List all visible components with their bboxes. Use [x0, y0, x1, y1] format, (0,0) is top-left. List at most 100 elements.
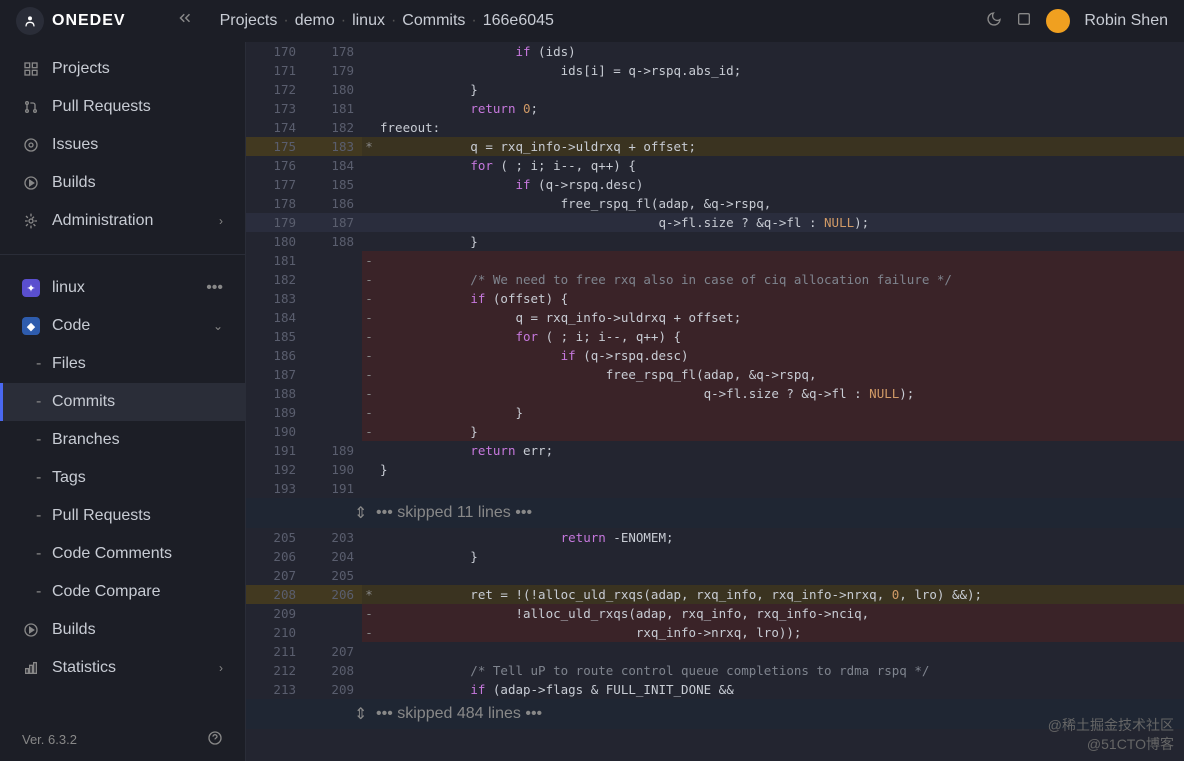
line-number-new: [304, 270, 362, 289]
line-number-old: 186: [246, 346, 304, 365]
nav-commits[interactable]: -Commits: [0, 383, 245, 421]
code-content: }: [376, 403, 1184, 422]
nav-pull-requests[interactable]: Pull Requests: [0, 88, 245, 126]
more-icon[interactable]: •••: [206, 279, 223, 297]
diff-marker: [362, 528, 376, 547]
diff-line[interactable]: 206204 }: [246, 547, 1184, 566]
breadcrumb-projects[interactable]: Projects: [220, 12, 278, 30]
diff-line[interactable]: 187- free_rspq_fl(adap, &q->rspq,: [246, 365, 1184, 384]
diff-marker: -: [362, 422, 376, 441]
avatar[interactable]: [1046, 9, 1070, 33]
diff-line[interactable]: 212208 /* Tell uP to route control queue…: [246, 661, 1184, 680]
nav-code-compare[interactable]: -Code Compare: [0, 573, 245, 611]
line-number-new: 205: [304, 566, 362, 585]
breadcrumb-demo[interactable]: demo: [295, 12, 335, 30]
nav-issues[interactable]: Issues: [0, 126, 245, 164]
diff-line[interactable]: 211207: [246, 642, 1184, 661]
nav-label: Projects: [52, 60, 110, 78]
line-number-new: 209: [304, 680, 362, 699]
nav-builds[interactable]: Builds: [0, 164, 245, 202]
nav-builds-bottom[interactable]: Builds: [0, 611, 245, 649]
nav-project-linux[interactable]: ✦ linux •••: [0, 269, 245, 307]
collapse-sidebar-button[interactable]: [176, 9, 194, 33]
line-number-new: 183: [304, 137, 362, 156]
diff-viewer[interactable]: 170178 if (ids)171179 ids[i] = q->rspq.a…: [246, 42, 1184, 761]
nav-code-comments[interactable]: -Code Comments: [0, 535, 245, 573]
nav-projects[interactable]: Projects: [0, 50, 245, 88]
expand-icon[interactable]: ⇕: [354, 704, 367, 724]
diff-line[interactable]: 208206* ret = !(!alloc_uld_rxqs(adap, rx…: [246, 585, 1184, 604]
diff-line[interactable]: 173181 return 0;: [246, 99, 1184, 118]
nav-pr-sub[interactable]: -Pull Requests: [0, 497, 245, 535]
expand-icon[interactable]: ⇕: [354, 503, 367, 523]
diff-line[interactable]: 180188 }: [246, 232, 1184, 251]
diff-line[interactable]: 192190}: [246, 460, 1184, 479]
nav-label: Administration: [52, 212, 153, 230]
line-number-old: 209: [246, 604, 304, 623]
line-number-old: 181: [246, 251, 304, 270]
diff-line[interactable]: 185- for ( ; i; i--, q++) {: [246, 327, 1184, 346]
diff-marker: -: [362, 403, 376, 422]
diff-line[interactable]: 191189 return err;: [246, 441, 1184, 460]
nav-code[interactable]: ◆ Code ⌄: [0, 307, 245, 345]
diff-line[interactable]: 172180 }: [246, 80, 1184, 99]
line-number-new: [304, 346, 362, 365]
line-number-old: 174: [246, 118, 304, 137]
diff-line[interactable]: 181-: [246, 251, 1184, 270]
diff-line[interactable]: 183- if (offset) {: [246, 289, 1184, 308]
diff-marker: [362, 566, 376, 585]
brand-logo[interactable]: ONEDEV: [16, 7, 126, 35]
theme-toggle-icon[interactable]: [986, 11, 1002, 32]
nav-label: Statistics: [52, 659, 116, 677]
diff-line[interactable]: 210- rxq_info->nrxq, lro));: [246, 623, 1184, 642]
line-number-new: 207: [304, 642, 362, 661]
code-content: }: [376, 80, 1184, 99]
diff-line[interactable]: 193191: [246, 479, 1184, 498]
breadcrumb-linux[interactable]: linux: [352, 12, 385, 30]
nav-label: linux: [52, 279, 85, 297]
diff-line[interactable]: 175183* q = rxq_info->uldrxq + offset;: [246, 137, 1184, 156]
diff-marker: [362, 118, 376, 137]
line-number-old: 179: [246, 213, 304, 232]
issues-icon: [22, 136, 40, 154]
nav-statistics[interactable]: Statistics ›: [0, 649, 245, 687]
projects-icon: [22, 60, 40, 78]
diff-marker: [362, 232, 376, 251]
diff-line[interactable]: 179187 q->fl.size ? &q->fl : NULL);: [246, 213, 1184, 232]
diff-line[interactable]: 188- q->fl.size ? &q->fl : NULL);: [246, 384, 1184, 403]
diff-line[interactable]: 174182freeout:: [246, 118, 1184, 137]
nav-files[interactable]: -Files: [0, 345, 245, 383]
line-number-old: 190: [246, 422, 304, 441]
code-content: /* We need to free rxq also in case of c…: [376, 270, 1184, 289]
code-content: q = rxq_info->uldrxq + offset;: [376, 308, 1184, 327]
nav-administration[interactable]: Administration ›: [0, 202, 245, 240]
diff-line[interactable]: 182- /* We need to free rxq also in case…: [246, 270, 1184, 289]
breadcrumb-commits[interactable]: Commits: [402, 12, 465, 30]
diff-line[interactable]: 177185 if (q->rspq.desc): [246, 175, 1184, 194]
diff-line[interactable]: 213209 if (adap->flags & FULL_INIT_DONE …: [246, 680, 1184, 699]
diff-line[interactable]: 178186 free_rspq_fl(adap, &q->rspq,: [246, 194, 1184, 213]
diff-line[interactable]: 176184 for ( ; i; i--, q++) {: [246, 156, 1184, 175]
username[interactable]: Robin Shen: [1084, 12, 1168, 30]
diff-line[interactable]: 171179 ids[i] = q->rspq.abs_id;: [246, 61, 1184, 80]
notifications-icon[interactable]: [1016, 11, 1032, 32]
skip-section[interactable]: ⇕ ••• skipped 11 lines •••: [246, 498, 1184, 528]
diff-line[interactable]: 205203 return -ENOMEM;: [246, 528, 1184, 547]
help-icon[interactable]: [207, 730, 223, 749]
builds-icon: [22, 621, 40, 639]
nav-tags[interactable]: -Tags: [0, 459, 245, 497]
nav-branches[interactable]: -Branches: [0, 421, 245, 459]
line-number-old: 188: [246, 384, 304, 403]
diff-marker: [362, 642, 376, 661]
line-number-new: 203: [304, 528, 362, 547]
diff-line[interactable]: 189- }: [246, 403, 1184, 422]
diff-line[interactable]: 170178 if (ids): [246, 42, 1184, 61]
diff-line[interactable]: 190- }: [246, 422, 1184, 441]
diff-line[interactable]: 186- if (q->rspq.desc): [246, 346, 1184, 365]
diff-line[interactable]: 207205: [246, 566, 1184, 585]
diff-marker: -: [362, 365, 376, 384]
skip-section[interactable]: ⇕ ••• skipped 484 lines •••: [246, 699, 1184, 729]
breadcrumb-hash[interactable]: 166e6045: [483, 12, 554, 30]
diff-line[interactable]: 184- q = rxq_info->uldrxq + offset;: [246, 308, 1184, 327]
diff-line[interactable]: 209- !alloc_uld_rxqs(adap, rxq_info, rxq…: [246, 604, 1184, 623]
